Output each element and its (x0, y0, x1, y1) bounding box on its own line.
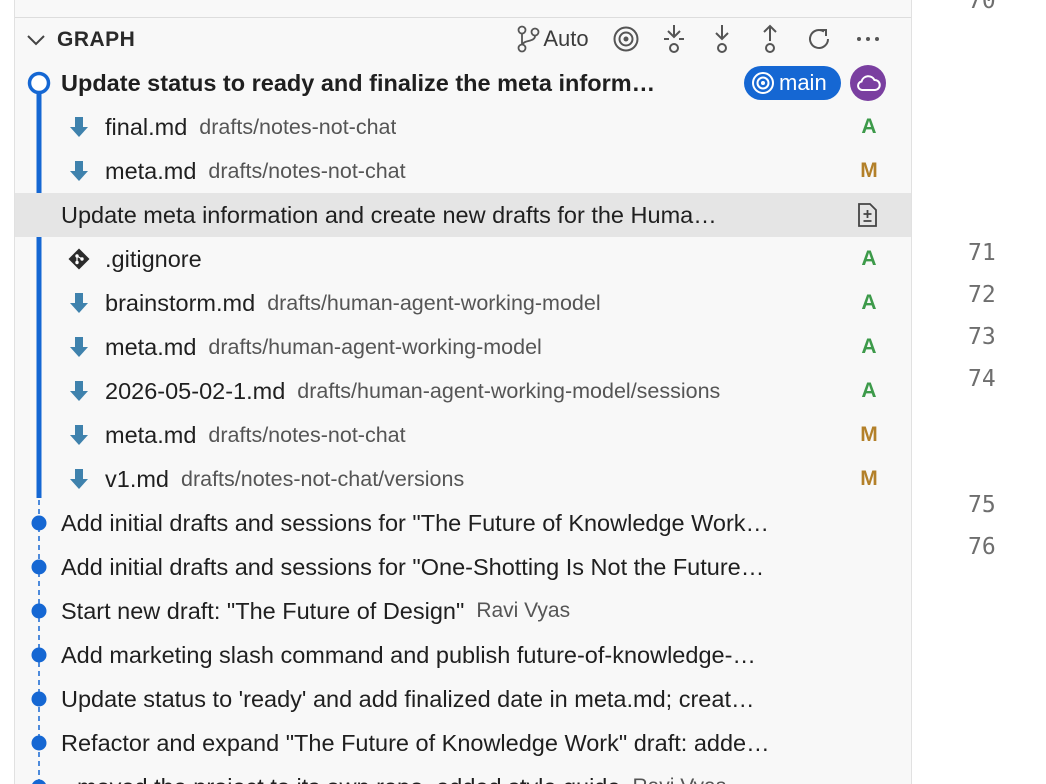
cloud-icon (857, 75, 881, 91)
commit-message: Update status to 'ready' and add finaliz… (61, 686, 755, 712)
commit-message: Update status to ready and finalize the … (61, 70, 656, 96)
line-number: 73 (968, 324, 996, 350)
file-name: 2026-05-02-1.md (105, 377, 286, 404)
file-status: M (860, 423, 878, 446)
open-changes-icon[interactable] (853, 201, 881, 229)
commit-row[interactable]: Add marketing slash command and publish … (15, 633, 911, 677)
commit-row[interactable]: moved the project to its own repo, added… (15, 765, 911, 784)
file-status: A (861, 291, 877, 314)
commit-message: Update meta information and create new d… (61, 202, 717, 228)
auto-label: Auto (543, 26, 589, 51)
file-path: drafts/human-agent-working-model/session… (297, 378, 721, 403)
target-button[interactable] (611, 23, 641, 55)
fetch-icon (664, 25, 684, 53)
file-status: A (861, 379, 877, 402)
previous-section-edge (15, 0, 911, 18)
file-path: drafts/notes-not-chat/versions (181, 466, 465, 491)
source-control-panel: GRAPH Auto Update status to ready and fi… (14, 0, 912, 784)
branch-name: main (779, 70, 827, 95)
commit-row[interactable]: Add initial drafts and sessions for "One… (15, 545, 911, 589)
file-name: v1.md (105, 465, 169, 492)
file-name: meta.md (105, 157, 197, 184)
markdown-arrow-icon (70, 337, 88, 357)
file-name: meta.md (105, 421, 197, 448)
commit-message: Add marketing slash command and publish … (61, 642, 756, 668)
commit-row[interactable]: Add initial drafts and sessions for "The… (15, 501, 911, 545)
push-icon (763, 24, 777, 53)
push-button[interactable] (756, 23, 784, 55)
file-path: drafts/notes-not-chat (208, 422, 406, 447)
pull-button[interactable] (708, 23, 736, 55)
file-status: A (861, 335, 877, 358)
file-path: drafts/notes-not-chat (199, 114, 397, 139)
commit-message: Refactor and expand "The Future of Knowl… (61, 730, 770, 756)
commit-author: Ravi Vyas (632, 775, 726, 784)
file-row[interactable]: 2026-05-02-1.md drafts/human-agent-workin… (15, 369, 911, 413)
file-status: A (861, 247, 877, 270)
refresh-icon (809, 29, 829, 49)
branch-auto-button[interactable]: Auto (511, 23, 593, 55)
markdown-arrow-icon (70, 381, 88, 401)
file-path: drafts/human-agent-working-model (208, 334, 542, 359)
commit-row-selected[interactable]: Update meta information and create new d… (15, 193, 911, 237)
line-number: 70 (968, 0, 996, 14)
branch-icon (517, 25, 540, 53)
target-icon (752, 72, 774, 94)
line-number: 75 (968, 492, 996, 518)
markdown-arrow-icon (70, 469, 88, 489)
branch-badge-main[interactable]: main (744, 66, 841, 100)
file-row[interactable]: brainstorm.md drafts/human-agent-working-… (15, 281, 911, 325)
line-number: 71 (968, 240, 996, 266)
markdown-arrow-icon (70, 117, 88, 137)
file-row[interactable]: v1.md drafts/notes-not-chat/versions M (15, 457, 911, 501)
commit-message: Add initial drafts and sessions for "The… (61, 510, 770, 536)
markdown-arrow-icon (70, 425, 88, 445)
file-path: drafts/human-agent-working-model (267, 290, 601, 315)
commit-message: Add initial drafts and sessions for "One… (61, 554, 765, 580)
more-icon (857, 37, 879, 41)
commit-row[interactable]: Update status to 'ready' and add finaliz… (15, 677, 911, 721)
file-name: meta.md (105, 333, 197, 360)
fetch-button[interactable] (660, 23, 688, 55)
file-status: M (860, 159, 878, 182)
git-file-icon (68, 248, 90, 270)
markdown-arrow-icon (70, 293, 88, 313)
file-status: M (860, 467, 878, 490)
line-number: 74 (968, 366, 996, 392)
file-row[interactable]: meta.md drafts/notes-not-chat M (15, 149, 911, 193)
graph-section-header[interactable]: GRAPH Auto (15, 17, 911, 61)
file-path: drafts/notes-not-chat (208, 158, 406, 183)
file-name: .gitignore (105, 245, 202, 272)
more-actions-button[interactable] (853, 23, 883, 55)
refresh-button[interactable] (804, 23, 834, 55)
file-row[interactable]: final.md drafts/notes-not-chat A (15, 105, 911, 149)
markdown-arrow-icon (70, 161, 88, 181)
commit-row[interactable]: Refactor and expand "The Future of Knowl… (15, 721, 911, 765)
line-number: 72 (968, 282, 996, 308)
file-name: brainstorm.md (105, 289, 256, 316)
commit-message: Start new draft: "The Future of Design" (61, 598, 465, 624)
file-row[interactable]: .gitignore A (15, 237, 911, 281)
file-name: final.md (105, 113, 188, 140)
commit-author: Ravi Vyas (476, 599, 571, 622)
line-number: 76 (968, 534, 996, 560)
file-row[interactable]: meta.md drafts/notes-not-chat M (15, 413, 911, 457)
file-status: A (861, 115, 877, 138)
file-row[interactable]: meta.md drafts/human-agent-working-model … (15, 325, 911, 369)
commit-message: moved the project to its own repo, added… (77, 765, 620, 784)
commit-row[interactable]: Start new draft: "The Future of Design" R… (15, 589, 911, 633)
remote-badge[interactable] (850, 65, 886, 101)
target-icon (613, 26, 639, 52)
pull-icon (715, 25, 729, 53)
